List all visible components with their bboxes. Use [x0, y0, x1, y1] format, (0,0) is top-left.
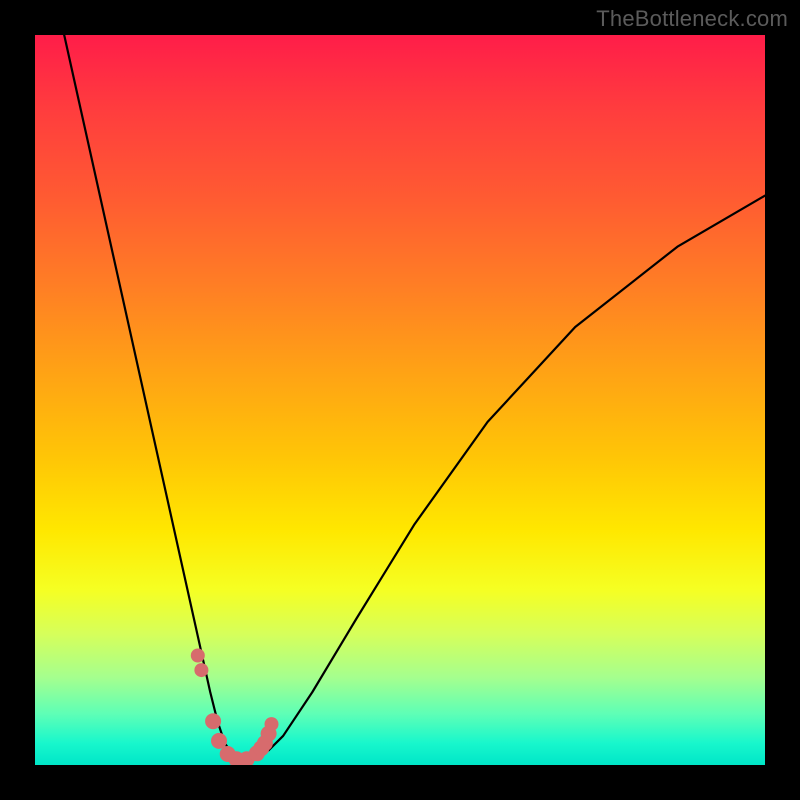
highlight-dot — [194, 663, 208, 677]
highlight-dot — [249, 745, 265, 761]
bottleneck-curve — [64, 35, 765, 758]
highlight-dots — [191, 649, 279, 766]
highlight-dot — [191, 649, 205, 663]
highlight-dot — [265, 717, 279, 731]
chart-overlay — [35, 35, 765, 765]
highlight-dot — [261, 726, 277, 742]
highlight-dot — [205, 713, 221, 729]
highlight-dot — [253, 740, 269, 756]
plot-area — [35, 35, 765, 765]
chart-frame: TheBottleneck.com — [0, 0, 800, 800]
highlight-dot — [257, 735, 273, 751]
highlight-dot — [211, 733, 227, 749]
highlight-dot — [239, 751, 255, 765]
highlight-dot — [220, 746, 236, 762]
highlight-dot — [229, 751, 245, 765]
watermark-text: TheBottleneck.com — [596, 6, 788, 32]
